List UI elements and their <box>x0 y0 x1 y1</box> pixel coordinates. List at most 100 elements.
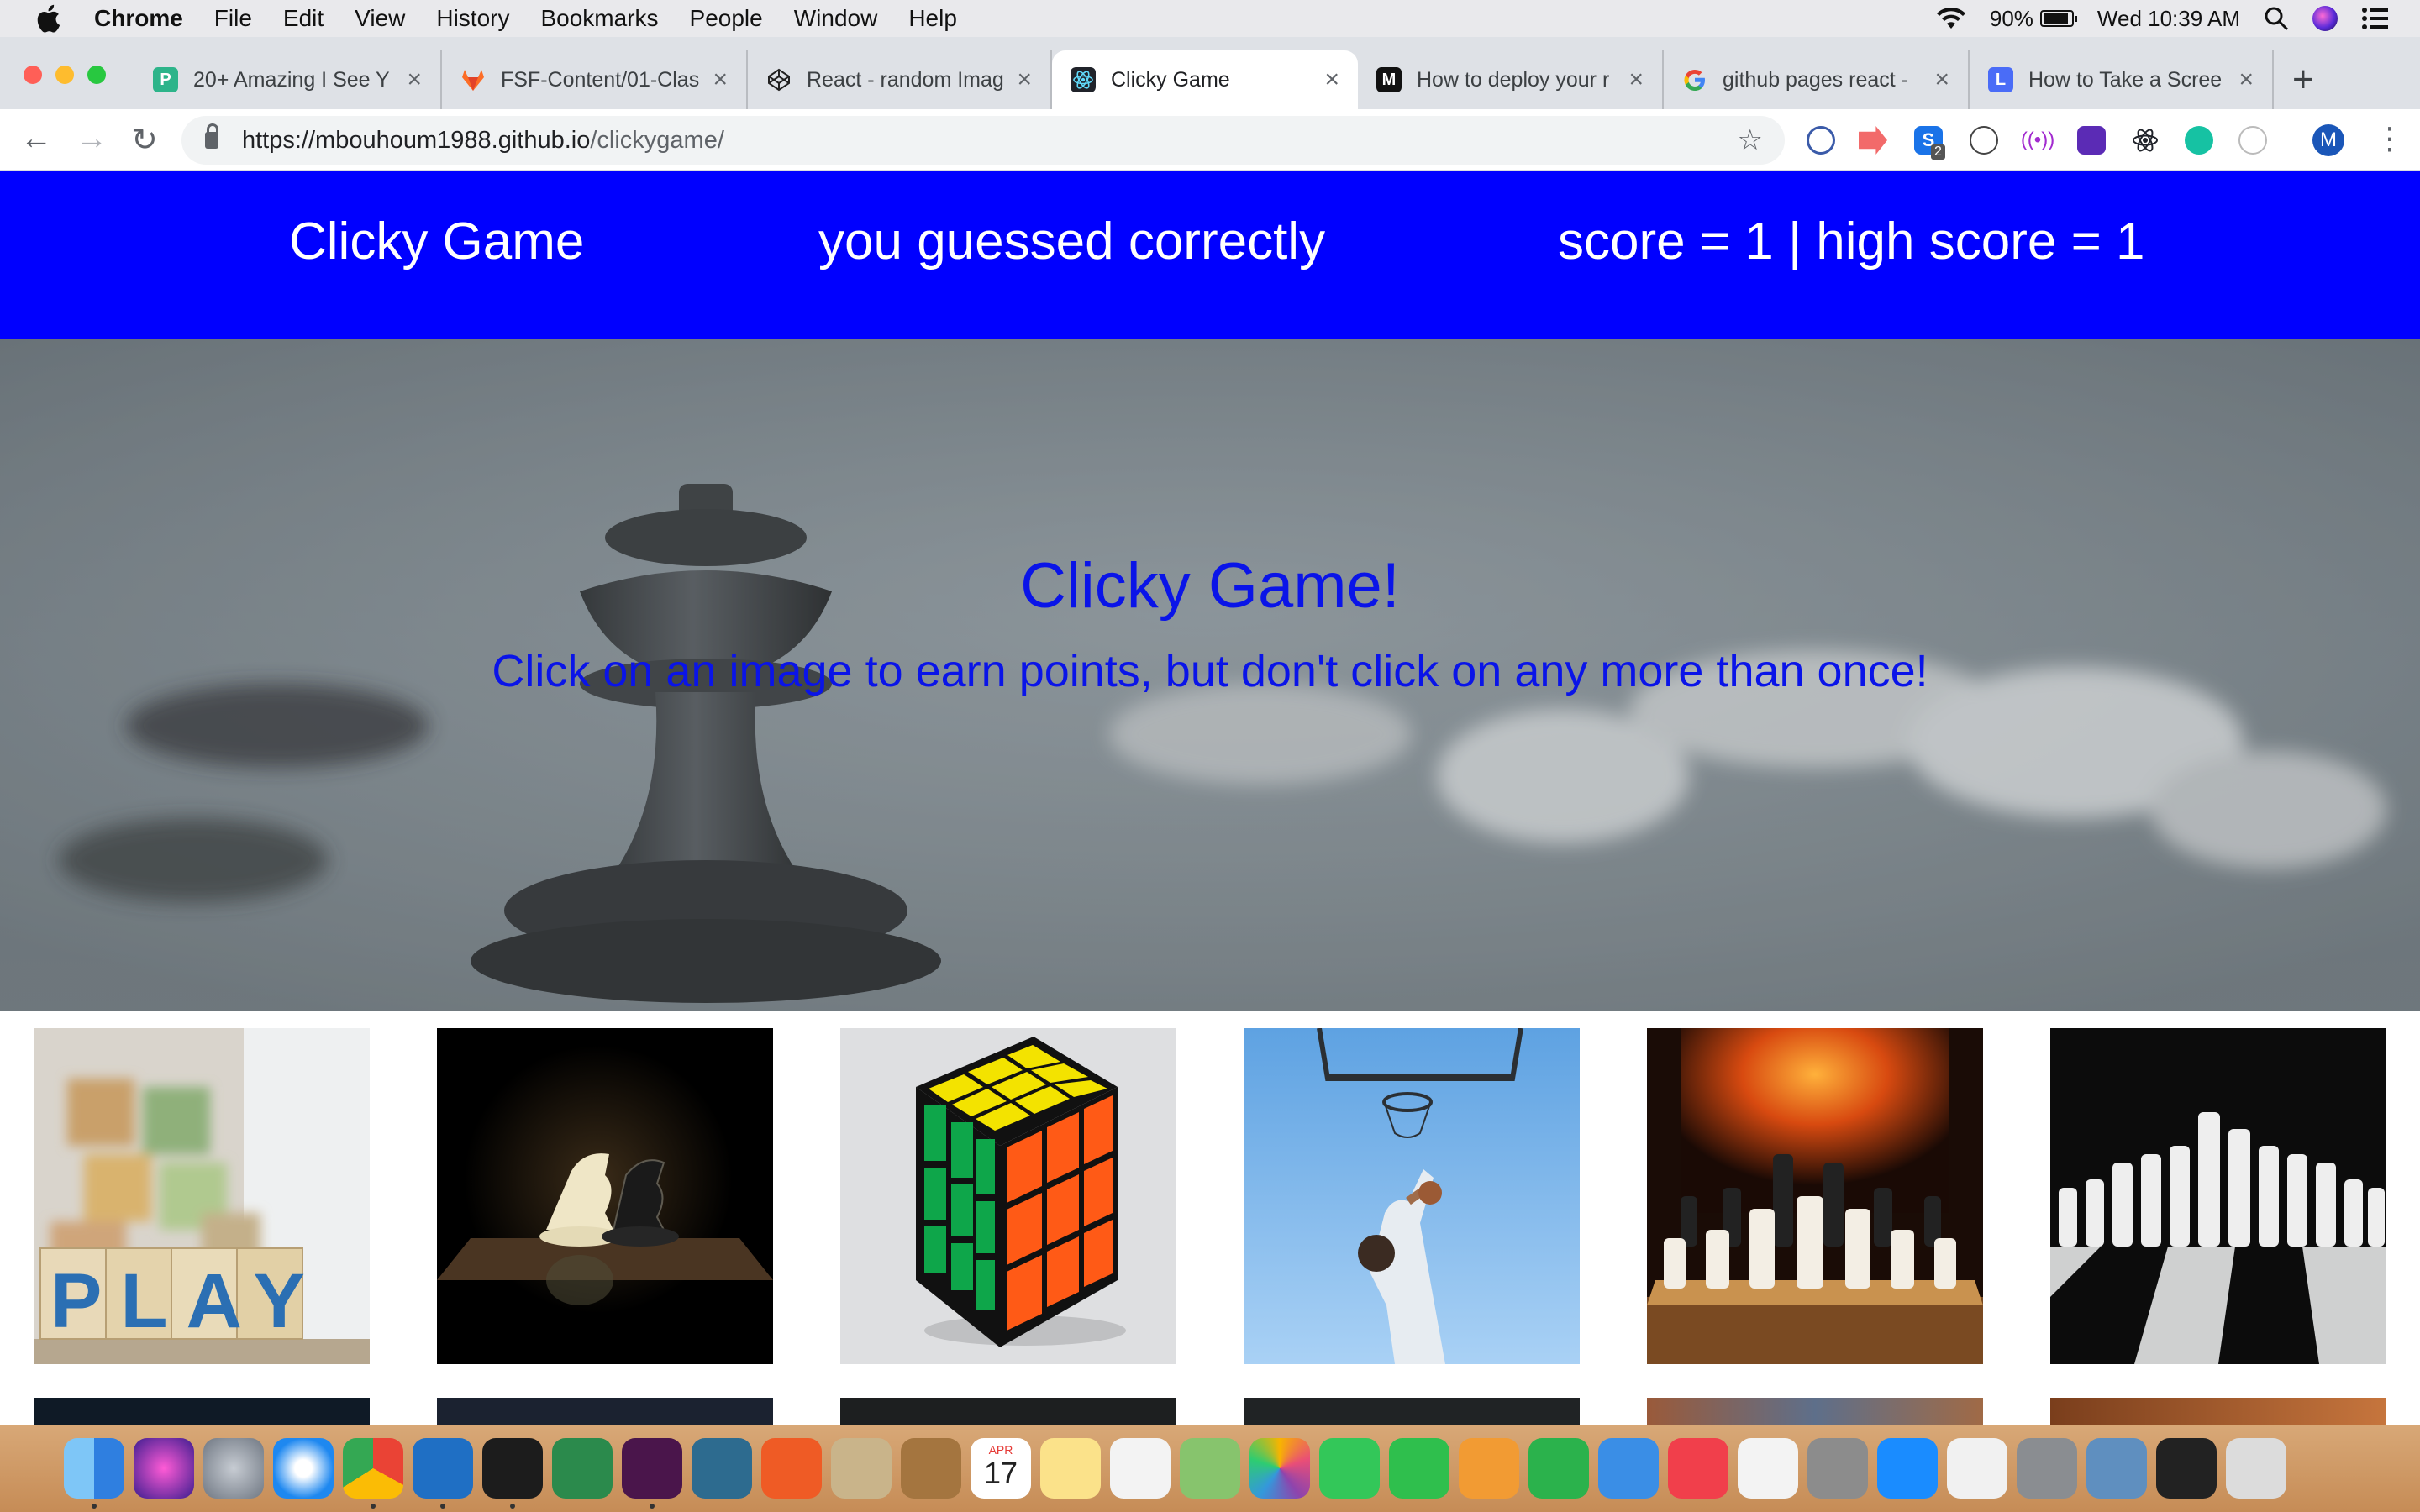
menu-edit[interactable]: Edit <box>283 5 324 32</box>
card-row2-4[interactable] <box>1244 1398 1580 1426</box>
card-rubiks-cube[interactable] <box>840 1028 1176 1364</box>
textedit-icon[interactable] <box>1947 1438 2007 1499</box>
new-tab-plus-icon[interactable]: + <box>2292 59 2314 101</box>
apple-logo-icon[interactable] <box>37 4 60 33</box>
chrome-menu-icon[interactable]: ⋮ <box>2375 121 2405 156</box>
close-tab-icon[interactable]: × <box>1017 66 1032 94</box>
address-bar[interactable]: https://mbouhoum1988.github.io /clickyga… <box>182 116 1785 165</box>
menu-people[interactable]: People <box>690 5 763 32</box>
gitkraken-icon[interactable] <box>552 1438 613 1499</box>
card-row2-2[interactable] <box>437 1398 773 1426</box>
tab-how-to-take-screenshot[interactable]: L How to Take a Scree × <box>1970 50 2274 109</box>
tab-amazing-i-see[interactable]: P 20+ Amazing I See Y × <box>134 50 442 109</box>
grey-circle-extension-icon[interactable] <box>2238 126 2267 155</box>
minimize-window-button[interactable] <box>55 66 74 84</box>
reminders-icon[interactable] <box>1110 1438 1171 1499</box>
mysql-workbench-icon[interactable] <box>692 1438 752 1499</box>
bookmark-star-icon[interactable]: ☆ <box>1738 123 1763 157</box>
system-preferences-icon[interactable] <box>2017 1438 2077 1499</box>
calendar-icon[interactable]: APR 17 <box>971 1438 1031 1499</box>
card-row2-5[interactable] <box>1647 1398 1983 1426</box>
card-chess-white-pieces[interactable] <box>2050 1028 2386 1364</box>
launchpad-icon[interactable] <box>203 1438 264 1499</box>
facetime-icon[interactable] <box>1389 1438 1449 1499</box>
card-row2-1[interactable] <box>34 1398 370 1426</box>
wifi-icon[interactable] <box>1936 7 1966 30</box>
trash-icon[interactable] <box>2226 1438 2286 1499</box>
card-chess-knights[interactable] <box>437 1028 773 1364</box>
pages-icon[interactable] <box>1459 1438 1519 1499</box>
tab-react-random-image[interactable]: React - random Imag × <box>748 50 1052 109</box>
tab-title: React - random Imag <box>807 67 1004 92</box>
blue-l-icon: L <box>1988 67 2013 92</box>
red-arrow-extension-icon[interactable] <box>1859 126 1887 155</box>
card-chess-fireplace[interactable] <box>1647 1028 1983 1364</box>
tab-clicky-game[interactable]: Clicky Game × <box>1052 50 1358 109</box>
checkmark-extension-icon[interactable] <box>2077 126 2106 155</box>
menu-view[interactable]: View <box>355 5 405 32</box>
battery-level-fill <box>2043 13 2068 24</box>
close-tab-icon[interactable]: × <box>1628 66 1644 94</box>
photos-icon[interactable] <box>1249 1438 1310 1499</box>
card-play-blocks[interactable]: PLAY <box>34 1028 370 1364</box>
siri-icon[interactable] <box>2312 6 2338 31</box>
tab-github-pages-react[interactable]: github pages react - × <box>1664 50 1970 109</box>
preview-mail-icon[interactable] <box>831 1438 892 1499</box>
close-window-button[interactable] <box>24 66 42 84</box>
news-icon[interactable] <box>1668 1438 1728 1499</box>
battery-status[interactable]: 90% <box>1990 6 2077 32</box>
close-tab-icon[interactable]: × <box>1934 66 1949 94</box>
menu-window[interactable]: Window <box>794 5 878 32</box>
automator-icon[interactable] <box>1807 1438 1868 1499</box>
forward-arrow-icon[interactable]: → <box>76 121 108 157</box>
terminal-icon[interactable] <box>482 1438 543 1499</box>
menu-history[interactable]: History <box>436 5 509 32</box>
basketball-dunk-image <box>1244 1028 1580 1364</box>
close-tab-icon[interactable]: × <box>1324 66 1339 94</box>
keynote-icon[interactable] <box>1598 1438 1659 1499</box>
spotlight-search-icon[interactable] <box>2264 6 2289 31</box>
postman-icon[interactable] <box>761 1438 822 1499</box>
tab-fsf-content[interactable]: FSF-Content/01-Clas × <box>442 50 748 109</box>
broadcast-extension-icon[interactable]: ((•)) <box>2021 126 2054 155</box>
teal-circle-extension-icon[interactable] <box>2185 126 2213 155</box>
menu-bookmarks[interactable]: Bookmarks <box>540 5 658 32</box>
lock-icon[interactable] <box>205 123 218 149</box>
menu-app-chrome[interactable]: Chrome <box>94 5 183 32</box>
app-store-icon[interactable] <box>1877 1438 1938 1499</box>
slack-icon[interactable] <box>622 1438 682 1499</box>
vscode-icon[interactable] <box>413 1438 473 1499</box>
siri-icon[interactable] <box>134 1438 194 1499</box>
zoom-window-button[interactable] <box>87 66 106 84</box>
react-devtools-icon[interactable] <box>2131 126 2160 155</box>
image-capture-icon[interactable] <box>2086 1438 2147 1499</box>
card-row2-6[interactable] <box>2050 1398 2386 1426</box>
back-arrow-icon[interactable]: ← <box>20 121 52 157</box>
activity-monitor-icon[interactable] <box>2156 1438 2217 1499</box>
reload-icon[interactable]: ↻ <box>131 121 158 159</box>
tab-title: github pages react - <box>1723 67 1908 92</box>
music-icon[interactable] <box>1738 1438 1798 1499</box>
h-circle-extension-icon[interactable] <box>1970 126 1998 155</box>
brand-title[interactable]: Clicky Game <box>289 212 584 271</box>
tab-how-to-deploy[interactable]: M How to deploy your r × <box>1358 50 1664 109</box>
zoom-search-extension-icon[interactable] <box>1807 126 1835 155</box>
menu-help[interactable]: Help <box>908 5 957 32</box>
safari-icon[interactable] <box>273 1438 334 1499</box>
card-row2-3[interactable] <box>840 1398 1176 1426</box>
chrome-icon[interactable] <box>343 1438 403 1499</box>
close-tab-icon[interactable]: × <box>407 66 422 94</box>
profile-avatar[interactable]: M <box>2312 124 2344 156</box>
close-tab-icon[interactable]: × <box>2238 66 2254 94</box>
close-tab-icon[interactable]: × <box>713 66 728 94</box>
numbers-icon[interactable] <box>1528 1438 1589 1499</box>
notes-icon[interactable] <box>1040 1438 1101 1499</box>
menu-file[interactable]: File <box>214 5 252 32</box>
menubar-clock[interactable]: Wed 10:39 AM <box>2097 6 2240 32</box>
finder-icon[interactable] <box>64 1438 124 1499</box>
notification-center-icon[interactable] <box>2361 7 2390 30</box>
card-basketball-dunk[interactable] <box>1244 1028 1580 1364</box>
maps-icon[interactable] <box>1180 1438 1240 1499</box>
messages-icon[interactable] <box>1319 1438 1380 1499</box>
notes-brown-icon[interactable] <box>901 1438 961 1499</box>
